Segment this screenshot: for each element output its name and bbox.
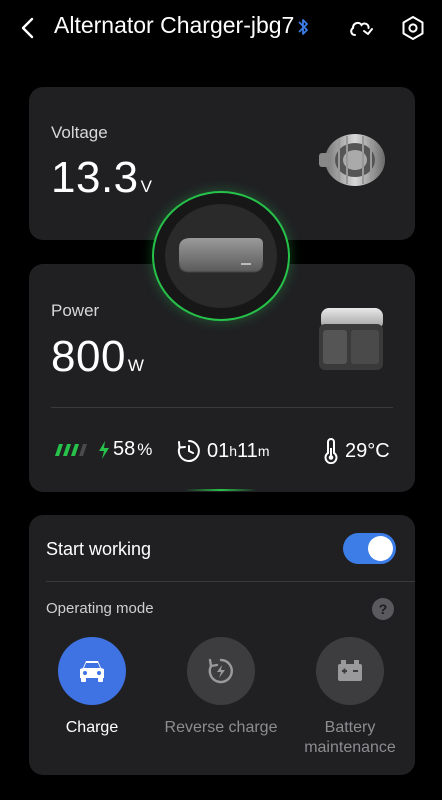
time-minutes: 11 (237, 439, 258, 462)
flow-indicator (185, 489, 257, 491)
help-icon[interactable]: ? (372, 598, 394, 620)
mode-charge[interactable]: Charge (32, 637, 152, 738)
power-value: 800 W (51, 332, 144, 382)
cloud-sync-icon[interactable] (347, 14, 375, 42)
mode-reverse-charge[interactable]: Reverse charge (161, 637, 281, 738)
time-minutes-unit: m (257, 443, 270, 459)
mode-battery-maintenance-label: Battery maintenance (304, 719, 396, 756)
back-icon[interactable] (14, 14, 42, 42)
mode-charge-button[interactable] (58, 637, 126, 705)
voltage-value: 13.3 V (51, 153, 152, 203)
temperature-stat: 29°C (323, 438, 390, 464)
controls-card: Start working Operating mode ? Charge Re… (29, 515, 415, 775)
controls-divider (46, 581, 415, 582)
battery-percent-unit: % (137, 439, 153, 459)
power-unit: W (127, 356, 145, 375)
voltage-unit: V (140, 177, 153, 196)
operating-mode-label: Operating mode (46, 600, 154, 617)
mode-battery-maintenance-button[interactable] (316, 637, 384, 705)
start-working-label: Start working (46, 539, 152, 559)
charging-bolt-icon (99, 440, 109, 459)
car-icon (80, 661, 104, 682)
toggle-knob (368, 536, 393, 561)
stats-divider (51, 407, 393, 408)
power-label: Power (51, 301, 100, 320)
time-hours-unit: h (229, 443, 238, 459)
time-remaining-stat: 01 h 11 m (176, 438, 269, 464)
power-number: 800 (51, 332, 126, 381)
clock-icon (177, 440, 200, 462)
reverse-charge-icon (208, 658, 233, 684)
bluetooth-icon (298, 19, 308, 35)
battery-stat: 58% (51, 438, 152, 461)
alternator-image (319, 134, 385, 186)
settings-icon[interactable] (399, 14, 427, 42)
voltage-label: Voltage (51, 123, 108, 142)
mode-battery-maintenance[interactable]: Battery maintenance (290, 637, 410, 758)
mode-reverse-charge-button[interactable] (187, 637, 255, 705)
stats-row: 58% 01 h 11 m 29°C (29, 432, 415, 472)
charger-device-image (178, 238, 264, 273)
temperature-value: 29°C (345, 439, 390, 462)
top-bar: Alternator Charger-jbg7 (0, 0, 442, 56)
power-station-image (319, 308, 383, 370)
device-title: Alternator Charger-jbg7 (54, 12, 295, 38)
battery-level-icon (55, 443, 87, 456)
charger-device-backdrop (165, 204, 277, 308)
battery-icon (338, 660, 362, 681)
start-working-toggle[interactable] (343, 533, 396, 564)
thermometer-icon (324, 438, 338, 464)
battery-percent: 58 (113, 438, 136, 460)
mode-reverse-charge-label: Reverse charge (164, 719, 278, 736)
charger-device-hub[interactable] (152, 191, 290, 321)
time-hours: 01 (207, 439, 230, 462)
mode-charge-label: Charge (65, 719, 119, 736)
voltage-number: 13.3 (51, 153, 139, 202)
